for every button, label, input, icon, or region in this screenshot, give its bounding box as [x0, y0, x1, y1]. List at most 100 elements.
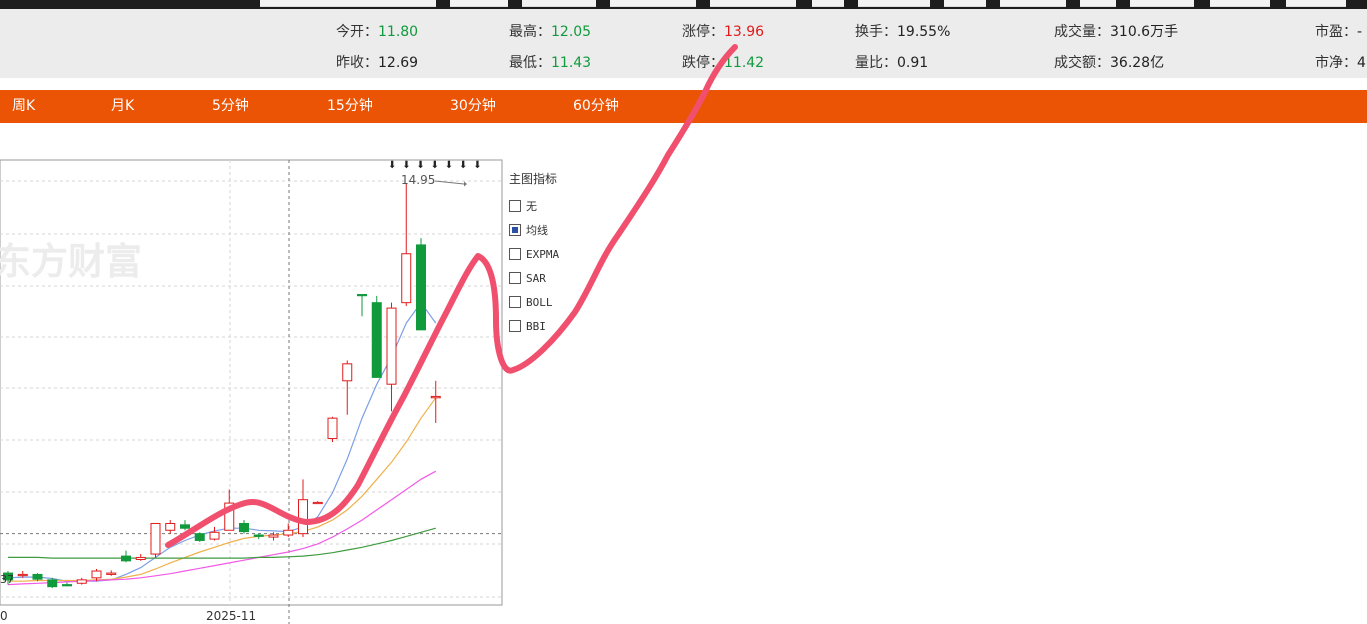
candle-body	[194, 533, 205, 541]
limit-down: 跌停：11.42	[682, 54, 764, 72]
candlestick	[416, 238, 426, 331]
top-tab-stub[interactable]	[1286, 0, 1346, 7]
kline-chart-svg: 东方财富 ⬇ ⬇ ⬇ ⬇ ⬇ ⬇ ⬇ 14.95 37 2025-11 0	[0, 159, 503, 624]
indicator-checkbox[interactable]	[509, 296, 521, 308]
quote-info-panel: 今开：11.80 最高：12.05 涨停：13.96 换手：19.55% 成交量…	[0, 9, 1367, 78]
top-tab-stub[interactable]	[710, 0, 796, 7]
indicator-label: BOLL	[526, 295, 553, 309]
amount-label: 成交额：	[1054, 55, 1110, 71]
indicator-option-ma[interactable]: 均线	[509, 218, 599, 242]
candle-body	[386, 307, 397, 385]
indicator-panel-title: 主图指标	[509, 172, 558, 186]
indicator-option-boll[interactable]: BOLL	[509, 290, 599, 314]
prev-close-value: 12.69	[378, 55, 419, 71]
top-tab-stub[interactable]	[260, 0, 436, 7]
top-tab-stub[interactable]	[1080, 0, 1116, 7]
candle-body	[47, 579, 58, 588]
limit-up-label: 涨停：	[682, 24, 724, 40]
down-arrow-icon: ⬇	[445, 160, 453, 171]
tab-monthly-k[interactable]: 月K	[111, 90, 134, 123]
candle-body	[342, 363, 353, 382]
candle-body	[165, 522, 176, 531]
indicator-checkbox[interactable]	[509, 272, 521, 284]
amount-value: 36.28亿	[1110, 55, 1165, 71]
kline-chart[interactable]: 东方财富 ⬇ ⬇ ⬇ ⬇ ⬇ ⬇ ⬇ 14.95 37 2025-11 0	[0, 123, 510, 624]
indicator-option-bbi[interactable]: BBI	[509, 314, 599, 338]
low-price-fragment: 37	[0, 573, 14, 586]
down-arrow-icon: ⬇	[473, 160, 481, 171]
limit-up: 涨停：13.96	[682, 23, 764, 41]
pe-ratio: 市盈：-	[1315, 23, 1362, 41]
top-tab-stub[interactable]	[1210, 0, 1270, 7]
turnover-value: 19.55%	[897, 24, 951, 40]
down-arrow-icon: ⬇	[431, 160, 439, 171]
down-arrow-icon: ⬇	[459, 160, 467, 171]
candle-body	[430, 395, 441, 399]
down-arrow-icon: ⬇	[402, 160, 410, 171]
tab-60-minute[interactable]: 60分钟	[573, 90, 619, 123]
open-price: 今开：11.80	[336, 23, 418, 41]
candle-body	[327, 417, 338, 440]
candle-body	[253, 534, 264, 537]
candle-body	[32, 573, 43, 580]
turnover-rate: 换手：19.55%	[855, 23, 950, 41]
indicator-checkbox-checked[interactable]	[509, 224, 521, 236]
open-price-value: 11.80	[378, 24, 419, 40]
down-arrow-icon: ⬇	[416, 160, 424, 171]
indicator-checkbox[interactable]	[509, 248, 521, 260]
candle-body	[76, 579, 87, 584]
volume-value: 310.6万手	[1110, 24, 1179, 40]
top-tab-stub[interactable]	[1130, 0, 1194, 7]
tab-30-minute[interactable]: 30分钟	[450, 90, 496, 123]
high-price-annotation: 14.95	[401, 173, 435, 187]
low-price: 最低：11.43	[509, 54, 591, 72]
indicator-option-sar[interactable]: SAR	[509, 266, 599, 290]
top-tab-stub[interactable]	[522, 0, 596, 7]
pb-label: 市净：	[1315, 55, 1357, 71]
top-tab-stub[interactable]	[450, 0, 508, 7]
tab-5-minute[interactable]: 5分钟	[212, 90, 249, 123]
indicator-option-none[interactable]: 无	[509, 194, 599, 218]
tab-15-minute[interactable]: 15分钟	[327, 90, 373, 123]
candle-body	[106, 572, 117, 575]
candle-body	[283, 529, 294, 536]
top-tab-stub[interactable]	[812, 0, 844, 7]
volume: 成交量：310.6万手	[1054, 23, 1178, 41]
top-tab-stub[interactable]	[610, 0, 696, 7]
high-price-label: 最高：	[509, 24, 551, 40]
top-tab-stub[interactable]	[1000, 0, 1066, 7]
candlestick	[327, 416, 338, 442]
candle-body	[401, 253, 412, 304]
indicator-label: BBI	[526, 319, 546, 333]
turnover-label: 换手：	[855, 24, 897, 40]
high-price: 最高：12.05	[509, 23, 591, 41]
high-price-value: 12.05	[551, 24, 592, 40]
candle-body	[371, 302, 382, 378]
candlestick	[150, 522, 161, 558]
top-tab-stub[interactable]	[858, 0, 930, 7]
limit-down-label: 跌停：	[682, 55, 724, 71]
indicator-label: 无	[526, 200, 537, 213]
pe-label: 市盈：	[1315, 24, 1357, 40]
main-indicator-panel: 主图指标 无 均线 EXPMA SAR BOLL BBI	[509, 170, 599, 338]
volume-ratio-value: 0.91	[897, 55, 929, 71]
indicator-checkbox[interactable]	[509, 320, 521, 332]
indicator-option-expma[interactable]: EXPMA	[509, 242, 599, 266]
indicator-checkbox[interactable]	[509, 200, 521, 212]
top-tab-stub[interactable]	[944, 0, 986, 7]
candle-body	[17, 573, 28, 577]
candle-body	[416, 244, 426, 331]
chart-frame	[0, 159, 503, 606]
candle-body	[150, 522, 161, 555]
candle-body	[91, 570, 102, 579]
indicator-label: 均线	[526, 224, 548, 237]
volume-ratio-label: 量比：	[855, 55, 897, 71]
watermark-text: 东方财富	[0, 240, 142, 283]
volume-label: 成交量：	[1054, 24, 1110, 40]
candle-body	[357, 294, 367, 297]
candle-body	[224, 502, 235, 531]
candle-body	[239, 522, 249, 533]
tab-weekly-k[interactable]: 周K	[12, 90, 35, 123]
candlestick	[371, 295, 382, 378]
stock-chart-window: 今开：11.80 最高：12.05 涨停：13.96 换手：19.55% 成交量…	[0, 0, 1367, 624]
